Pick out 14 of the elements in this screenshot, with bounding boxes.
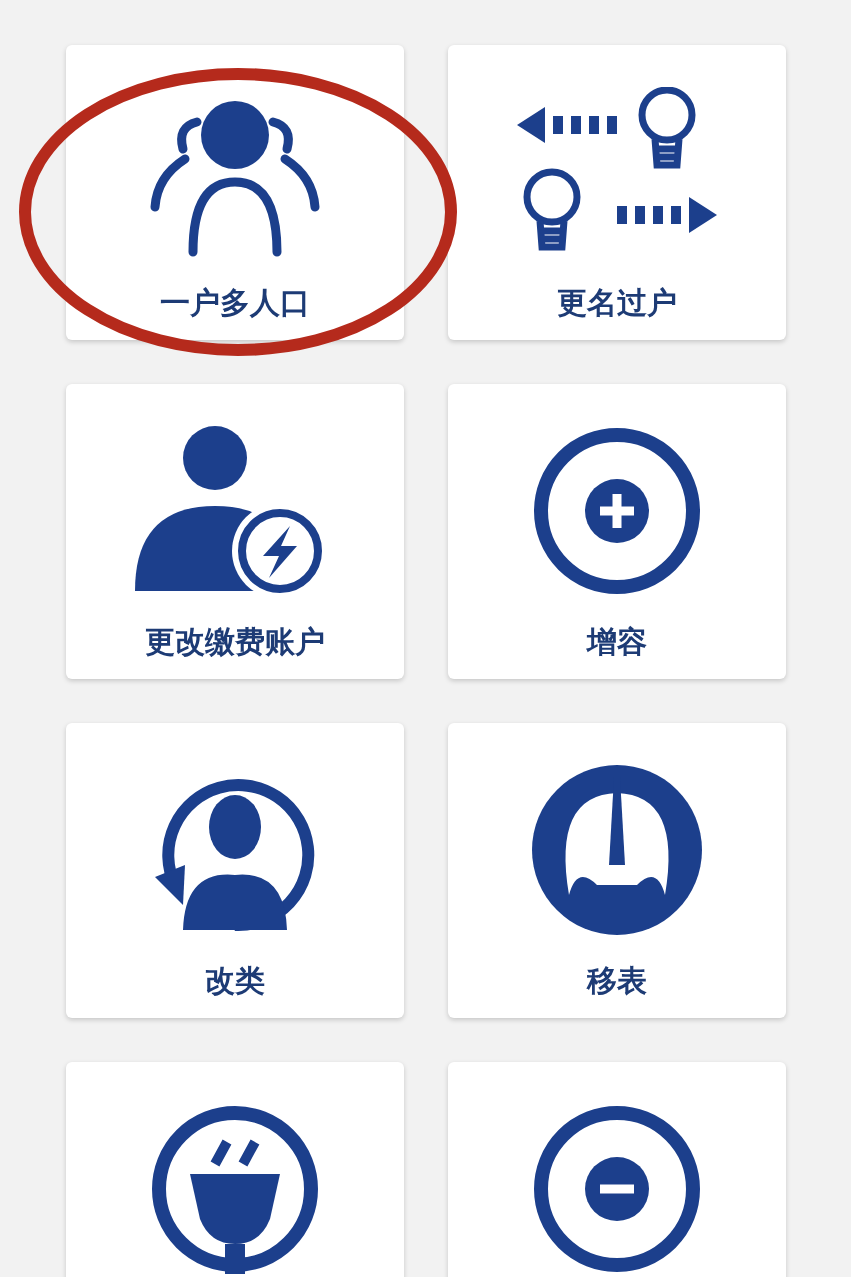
- service-tile[interactable]: 改类: [66, 723, 404, 1018]
- service-tile[interactable]: 一户多人口: [66, 45, 404, 340]
- service-tile[interactable]: 增容: [448, 384, 786, 679]
- tile-label: 一户多人口: [160, 284, 310, 322]
- service-tile[interactable]: 移表: [448, 723, 786, 1018]
- service-tile[interactable]: 更名过户: [448, 45, 786, 340]
- service-tile[interactable]: [448, 1062, 786, 1277]
- tile-label: 改类: [205, 962, 265, 1000]
- tile-label: 更改缴费账户: [145, 623, 325, 661]
- service-tile[interactable]: 更改缴费账户: [66, 384, 404, 679]
- tile-label: 增容: [587, 623, 647, 661]
- tile-label: 更名过户: [557, 284, 677, 322]
- tile-label: 移表: [587, 962, 647, 1000]
- service-tile[interactable]: [66, 1062, 404, 1277]
